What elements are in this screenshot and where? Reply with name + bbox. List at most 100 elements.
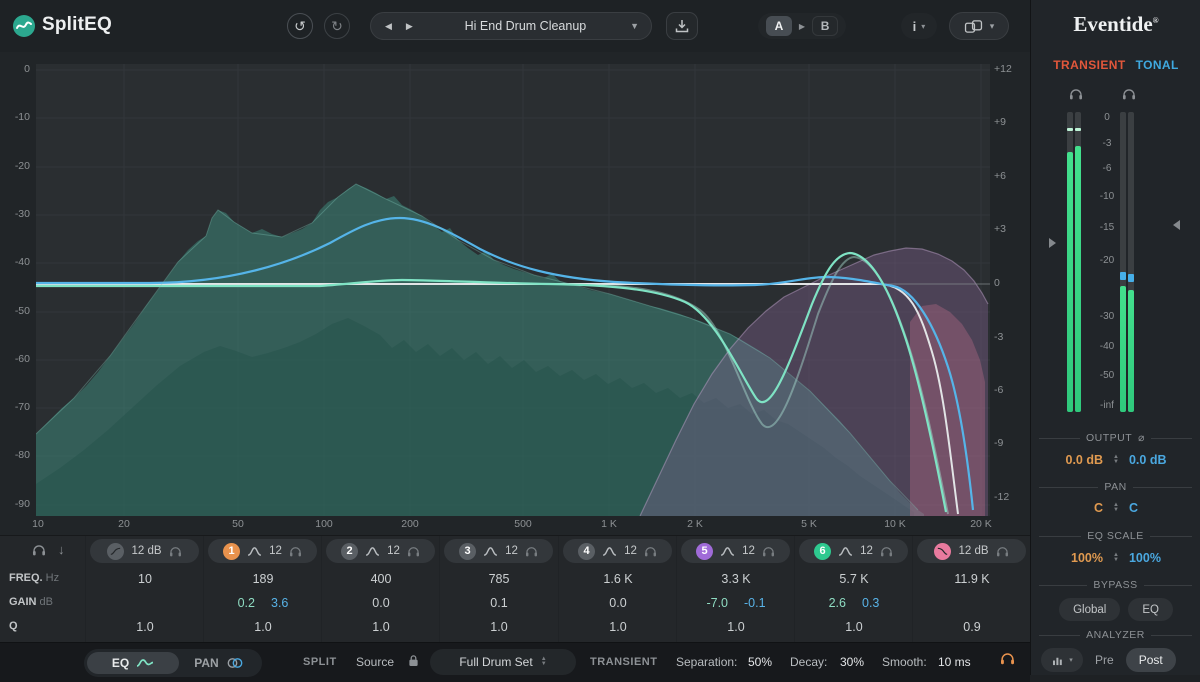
transient-trim-handle[interactable] bbox=[1049, 238, 1056, 248]
tonal-trim-handle[interactable] bbox=[1173, 220, 1180, 230]
output-tonal-value[interactable]: 0.0 dB bbox=[1129, 453, 1167, 467]
bypass-global-button[interactable]: Global bbox=[1059, 598, 1121, 621]
band-lp-slope[interactable]: 12 dB bbox=[958, 545, 988, 557]
band-lp-header[interactable]: 12 dB bbox=[917, 539, 1026, 563]
source-select[interactable]: Full Drum Set ▲ ▼ bbox=[430, 649, 576, 675]
ab-copy-icon[interactable]: ▶ bbox=[799, 22, 805, 31]
output-stepper[interactable]: ▲ ▼ bbox=[1113, 454, 1119, 465]
tonal-label[interactable]: TONAL bbox=[1136, 58, 1179, 72]
eq-view-button[interactable]: EQ bbox=[87, 652, 179, 674]
band-lp-freq[interactable]: 11.9 K bbox=[913, 569, 1031, 589]
eq-scale-stepper[interactable]: ▲ ▼ bbox=[1113, 552, 1119, 563]
tonal-meter-headphone-icon[interactable] bbox=[1122, 88, 1136, 100]
band-3-slope[interactable]: 12 bbox=[505, 545, 518, 557]
band-3-gain[interactable]: 0.1 bbox=[440, 593, 558, 613]
band-3-freq[interactable]: 785 bbox=[440, 569, 558, 589]
headphone-icon[interactable] bbox=[525, 546, 538, 557]
smooth-value[interactable]: 10 ms bbox=[938, 655, 971, 669]
lock-icon[interactable] bbox=[408, 654, 419, 667]
band-3-header[interactable]: 3 12 bbox=[444, 539, 553, 563]
ab-b-button[interactable]: B bbox=[812, 16, 839, 36]
pan-transient-value[interactable]: C bbox=[1094, 501, 1103, 515]
band-6-q[interactable]: 1.0 bbox=[795, 617, 913, 637]
analyzer-caret-icon: ▾ bbox=[1069, 657, 1073, 664]
transient-audition-headphone-icon[interactable] bbox=[1000, 652, 1015, 665]
eq-scale-tonal-value[interactable]: 100% bbox=[1129, 551, 1161, 565]
headphone-icon[interactable] bbox=[880, 546, 893, 557]
band-2-freq[interactable]: 400 bbox=[322, 569, 440, 589]
solo-column-headphone-icon[interactable] bbox=[32, 544, 46, 556]
band-4-freq[interactable]: 1.6 K bbox=[559, 569, 677, 589]
band-4-q[interactable]: 1.0 bbox=[559, 617, 677, 637]
band-4-slope[interactable]: 12 bbox=[624, 545, 637, 557]
eq-scale-transient-value[interactable]: 100% bbox=[1071, 551, 1103, 565]
column-down-arrow-icon[interactable]: ↓ bbox=[58, 542, 65, 557]
peak-filter-icon bbox=[838, 546, 853, 557]
headphone-icon[interactable] bbox=[996, 546, 1009, 557]
settings-compare-button[interactable]: ▾ bbox=[949, 12, 1009, 40]
band-6-header[interactable]: 6 12 bbox=[799, 539, 908, 563]
analyzer-bars-icon bbox=[1051, 655, 1066, 666]
band-6-freq[interactable]: 5.7 K bbox=[795, 569, 913, 589]
band-hp-q[interactable]: 1.0 bbox=[86, 617, 204, 637]
preset-prev-button[interactable]: ◀ bbox=[385, 21, 392, 32]
redo-button[interactable]: ↻ bbox=[324, 13, 350, 39]
band-5-slope[interactable]: 12 bbox=[742, 545, 755, 557]
bypass-eq-button[interactable]: EQ bbox=[1128, 598, 1173, 621]
headphone-icon[interactable] bbox=[644, 546, 657, 557]
band-2-gain[interactable]: 0.0 bbox=[322, 593, 440, 613]
analyzer-mode-button[interactable]: ▾ bbox=[1041, 648, 1083, 672]
band-6-slope[interactable]: 12 bbox=[860, 545, 873, 557]
pan-section-label: PAN bbox=[1039, 481, 1192, 493]
ab-a-button[interactable]: A bbox=[765, 16, 792, 36]
band-5-q[interactable]: 1.0 bbox=[677, 617, 795, 637]
decay-value[interactable]: 30% bbox=[840, 655, 864, 669]
settings-caret-icon[interactable]: ▾ bbox=[990, 21, 995, 32]
headphone-icon[interactable] bbox=[407, 546, 420, 557]
band-5-header[interactable]: 5 12 bbox=[681, 539, 790, 563]
band-1-gain[interactable]: 0.2 3.6 bbox=[204, 593, 322, 613]
headphone-icon[interactable] bbox=[169, 546, 182, 557]
band-2-slope[interactable]: 12 bbox=[387, 545, 400, 557]
band-hp-badge bbox=[107, 542, 125, 560]
band-1-slope[interactable]: 12 bbox=[269, 545, 282, 557]
band-2-q[interactable]: 1.0 bbox=[322, 617, 440, 637]
transient-label[interactable]: TRANSIENT bbox=[1053, 58, 1125, 72]
source-spinner[interactable]: ▲ ▼ bbox=[541, 656, 547, 667]
transient-meter-headphone-icon[interactable] bbox=[1069, 88, 1083, 100]
headphone-icon[interactable] bbox=[762, 546, 775, 557]
preset-dropdown-icon[interactable]: ▼ bbox=[630, 21, 651, 31]
preset-next-button[interactable]: ▶ bbox=[406, 21, 413, 32]
band-1-header[interactable]: 1 12 bbox=[208, 539, 317, 563]
band-1-q[interactable]: 1.0 bbox=[204, 617, 322, 637]
output-transient-value[interactable]: 0.0 dB bbox=[1066, 453, 1104, 467]
analyzer-post-button[interactable]: Post bbox=[1125, 648, 1176, 672]
separation-value[interactable]: 50% bbox=[748, 655, 772, 669]
pan-view-button[interactable]: PAN bbox=[179, 652, 259, 674]
band-lp-q[interactable]: 0.9 bbox=[913, 617, 1031, 637]
band-6-gain[interactable]: 2.6 0.3 bbox=[795, 593, 913, 613]
band-5-column: 5 12 3.3 K -7.0 -0.1 1.0 bbox=[676, 536, 794, 643]
headphone-icon[interactable] bbox=[289, 546, 302, 557]
preset-save-button[interactable] bbox=[666, 12, 698, 40]
band-2-header[interactable]: 2 12 bbox=[326, 539, 435, 563]
band-1-freq[interactable]: 189 bbox=[204, 569, 322, 589]
info-button[interactable]: i ▾ bbox=[901, 13, 937, 39]
band-4-gain[interactable]: 0.0 bbox=[559, 593, 677, 613]
band-hp-header[interactable]: 12 dB bbox=[90, 539, 199, 563]
band-hp-slope[interactable]: 12 dB bbox=[131, 545, 161, 557]
eq-plot-canvas[interactable] bbox=[0, 52, 1030, 535]
preset-selector[interactable]: ◀ ▶ Hi End Drum Cleanup ▼ bbox=[370, 12, 652, 40]
band-hp-freq[interactable]: 10 bbox=[86, 569, 204, 589]
band-3-q[interactable]: 1.0 bbox=[440, 617, 558, 637]
y-axis-label: -20 bbox=[14, 160, 30, 172]
band-4-header[interactable]: 4 12 bbox=[563, 539, 672, 563]
pan-stepper[interactable]: ▲ ▼ bbox=[1113, 502, 1119, 513]
undo-button[interactable]: ↺ bbox=[287, 13, 313, 39]
peak-filter-icon bbox=[483, 546, 498, 557]
preset-name[interactable]: Hi End Drum Cleanup bbox=[421, 19, 630, 33]
pan-tonal-value[interactable]: C bbox=[1129, 501, 1138, 515]
band-5-gain[interactable]: -7.0 -0.1 bbox=[677, 593, 795, 613]
band-5-freq[interactable]: 3.3 K bbox=[677, 569, 795, 589]
analyzer-pre-button[interactable]: Pre bbox=[1095, 653, 1114, 667]
